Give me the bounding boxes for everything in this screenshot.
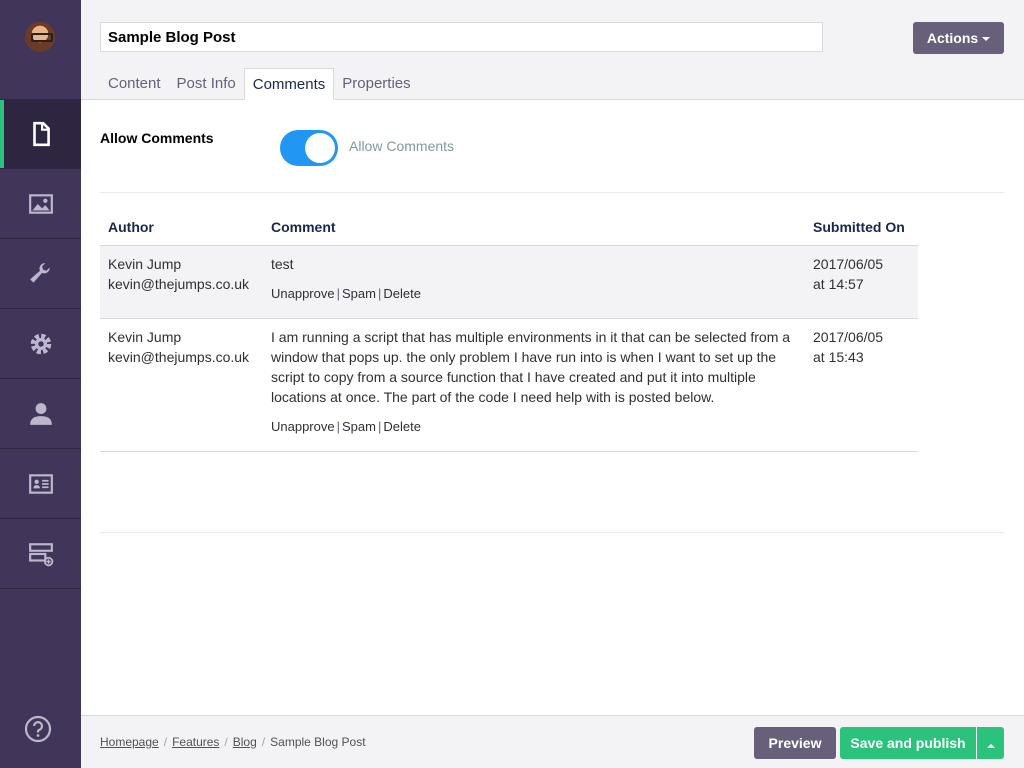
sidebar-item-members[interactable]	[0, 449, 81, 519]
image-icon	[28, 193, 53, 214]
save-and-publish-button[interactable]: Save and publish	[840, 727, 976, 759]
question-icon[interactable]	[24, 715, 52, 743]
tab-properties[interactable]: Properties	[334, 68, 418, 100]
table-row: Kevin Jump kevin@thejumps.co.uk I am run…	[100, 318, 918, 452]
toggle-knob	[305, 133, 335, 163]
author-email: kevin@thejumps.co.uk	[108, 348, 250, 365]
column-header-author: Author	[100, 209, 263, 246]
sidebar	[0, 0, 81, 768]
forms-icon	[28, 542, 53, 566]
sidebar-nav	[0, 99, 81, 589]
date-cell: 2017/06/05 at 15:43	[805, 318, 918, 452]
date-cell: 2017/06/05 at 14:57	[805, 245, 918, 319]
author-name: Kevin Jump	[108, 255, 182, 272]
unapprove-link[interactable]: Unapprove	[271, 286, 335, 301]
sidebar-item-content[interactable]	[0, 99, 81, 169]
comment-actions: Unapprove | Spam | Delete	[271, 418, 421, 434]
table-row: Kevin Jump kevin@thejumps.co.uk test Una…	[100, 245, 918, 319]
author-name: Kevin Jump	[108, 328, 182, 345]
tab-content[interactable]: Content	[100, 68, 169, 100]
breadcrumb-homepage[interactable]: Homepage	[100, 735, 159, 749]
caret-up-icon	[986, 743, 995, 748]
comment-text: I am running a script that has multiple …	[271, 328, 791, 405]
comment-cell: test Unapprove | Spam | Delete	[263, 245, 805, 319]
preview-button[interactable]: Preview	[754, 727, 836, 759]
user-icon	[29, 402, 52, 425]
section-divider	[100, 192, 1004, 193]
submitted-date: 2017/06/05	[813, 328, 884, 345]
author-email: kevin@thejumps.co.uk	[108, 275, 250, 292]
submitted-time: at 15:43	[813, 348, 864, 365]
comment-text: test	[271, 255, 294, 272]
breadcrumb-current: Sample Blog Post	[270, 735, 366, 749]
id-card-icon	[28, 473, 53, 494]
sidebar-item-developer[interactable]	[0, 309, 81, 379]
allow-comments-label: Allow Comments	[100, 130, 214, 146]
editor-footer: Homepage / Features / Blog / Sample Blog Post …	[81, 715, 1024, 768]
sidebar-item-settings[interactable]	[0, 239, 81, 309]
comments-table: Author Comment Submitted On Kevin Jump k…	[100, 209, 918, 452]
tab-post-info[interactable]: Post Info	[169, 68, 244, 100]
allow-comments-toggle[interactable]	[280, 130, 338, 166]
document-icon	[32, 121, 50, 147]
unapprove-link[interactable]: Unapprove	[271, 419, 335, 434]
delete-link[interactable]: Delete	[383, 419, 421, 434]
editor-header: Actions Content Post Info Comments Prope…	[81, 0, 1024, 100]
page-title-input[interactable]	[100, 22, 823, 52]
submitted-time: at 14:57	[813, 275, 864, 292]
toggle-label: Allow Comments	[349, 138, 455, 154]
spam-link[interactable]: Spam	[342, 419, 376, 434]
author-cell: Kevin Jump kevin@thejumps.co.uk	[100, 318, 263, 452]
sidebar-item-media[interactable]	[0, 169, 81, 239]
column-header-submitted-on: Submitted On	[805, 209, 918, 246]
tab-comments[interactable]: Comments	[243, 68, 335, 100]
table-header-row: Author Comment Submitted On	[100, 209, 918, 246]
gear-icon	[30, 333, 51, 354]
actions-button[interactable]: Actions	[913, 22, 1004, 54]
actions-label: Actions	[926, 30, 979, 46]
caret-down-icon	[982, 37, 991, 42]
author-cell: Kevin Jump kevin@thejumps.co.uk	[100, 245, 263, 319]
table-bottom-divider	[100, 532, 1004, 533]
user-avatar[interactable]	[25, 22, 55, 52]
spam-link[interactable]: Spam	[342, 286, 376, 301]
submitted-date: 2017/06/05	[813, 255, 884, 272]
comment-cell: I am running a script that has multiple …	[263, 318, 805, 452]
comments-panel: Allow Comments Allow Comments Author Com…	[81, 101, 1024, 714]
comment-actions: Unapprove | Spam | Delete	[271, 285, 421, 301]
delete-link[interactable]: Delete	[383, 286, 421, 301]
breadcrumb: Homepage / Features / Blog / Sample Blog Post	[100, 735, 366, 749]
wrench-icon	[29, 262, 50, 283]
content-tabs: Content Post Info Comments Properties	[100, 68, 419, 100]
sidebar-item-users[interactable]	[0, 379, 81, 449]
breadcrumb-blog[interactable]: Blog	[233, 735, 257, 749]
sidebar-item-forms[interactable]	[0, 519, 81, 589]
breadcrumb-features[interactable]: Features	[172, 735, 219, 749]
publish-options-button[interactable]	[977, 727, 1004, 759]
column-header-comment: Comment	[263, 209, 805, 246]
